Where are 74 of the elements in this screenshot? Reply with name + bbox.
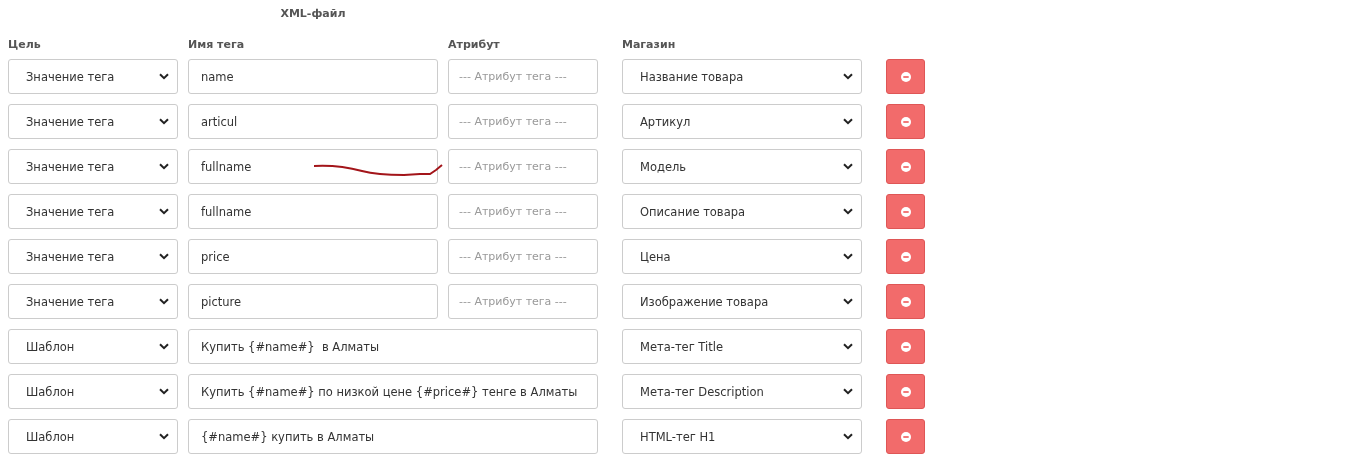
dropdown[interactable]: Модель [622,149,862,184]
text-field[interactable]: --- Атрибут тега --- [448,104,598,139]
dropdown[interactable]: Мета-тег Description [622,374,862,409]
minus-circle-icon [900,161,911,172]
text-field[interactable]: name [188,59,438,94]
text-field[interactable]: fullname [188,194,438,229]
minus-circle-icon [900,71,911,82]
chevron-down-icon [159,253,169,260]
text-field[interactable]: --- Атрибут тега --- [448,149,598,184]
remove-button[interactable] [886,59,925,94]
group-title: XML-файл [279,6,347,22]
minus-circle-icon [900,206,911,217]
remove-button[interactable] [886,194,925,229]
minus-circle-icon [900,341,911,352]
dropdown[interactable]: HTML-тег H1 [622,419,862,454]
minus-circle-icon [900,116,911,127]
minus-circle-icon [900,431,911,442]
column-header: Цель [8,37,42,51]
dropdown[interactable]: Значение тега [8,284,178,319]
text-field[interactable]: {#name#} купить в Алматы [188,419,598,454]
text-field[interactable]: articul [188,104,438,139]
remove-button[interactable] [886,149,925,184]
dropdown[interactable]: Изображение товара [622,284,862,319]
chevron-down-icon [843,208,853,215]
remove-button[interactable] [886,329,925,364]
chevron-down-icon [159,433,169,440]
dropdown[interactable]: Шаблон [8,374,178,409]
minus-circle-icon [900,251,911,262]
text-field[interactable]: --- Атрибут тега --- [448,284,598,319]
chevron-down-icon [159,298,169,305]
chevron-down-icon [843,343,853,350]
text-field[interactable]: --- Атрибут тега --- [448,59,598,94]
chevron-down-icon [159,73,169,80]
text-field[interactable]: price [188,239,438,274]
dropdown[interactable]: Значение тега [8,104,178,139]
chevron-down-icon [843,118,853,125]
text-field[interactable]: Купить {#name#} по низкой цене {#price#} тенге в Алматы [188,374,598,409]
dropdown[interactable]: Название товара [622,59,862,94]
column-header: Атрибут [448,37,501,51]
remove-button[interactable] [886,239,925,274]
chevron-down-icon [843,298,853,305]
chevron-down-icon [159,118,169,125]
text-field[interactable]: picture [188,284,438,319]
chevron-down-icon [159,343,169,350]
remove-button[interactable] [886,284,925,319]
chevron-down-icon [843,73,853,80]
minus-circle-icon [900,386,911,397]
dropdown[interactable]: Значение тега [8,194,178,229]
chevron-down-icon [843,388,853,395]
remove-button[interactable] [886,374,925,409]
column-header: Магазин [622,37,677,51]
dropdown[interactable]: Значение тега [8,239,178,274]
text-field[interactable]: --- Атрибут тега --- [448,194,598,229]
dropdown[interactable]: Значение тега [8,59,178,94]
column-header: Имя тега [188,37,246,51]
dropdown[interactable]: Мета-тег Title [622,329,862,364]
chevron-down-icon [843,433,853,440]
dropdown[interactable]: Артикул [622,104,862,139]
remove-button[interactable] [886,104,925,139]
chevron-down-icon [843,163,853,170]
text-field[interactable]: --- Атрибут тега --- [448,239,598,274]
chevron-down-icon [843,253,853,260]
dropdown[interactable]: Значение тега [8,149,178,184]
dropdown[interactable]: Шаблон [8,419,178,454]
chevron-down-icon [159,208,169,215]
text-field[interactable]: fullname [188,149,438,184]
dropdown[interactable]: Шаблон [8,329,178,364]
text-field[interactable]: Купить {#name#} в Алматы [188,329,598,364]
chevron-down-icon [159,388,169,395]
remove-button[interactable] [886,419,925,454]
chevron-down-icon [159,163,169,170]
dropdown[interactable]: Описание товара [622,194,862,229]
dropdown[interactable]: Цена [622,239,862,274]
minus-circle-icon [900,296,911,307]
